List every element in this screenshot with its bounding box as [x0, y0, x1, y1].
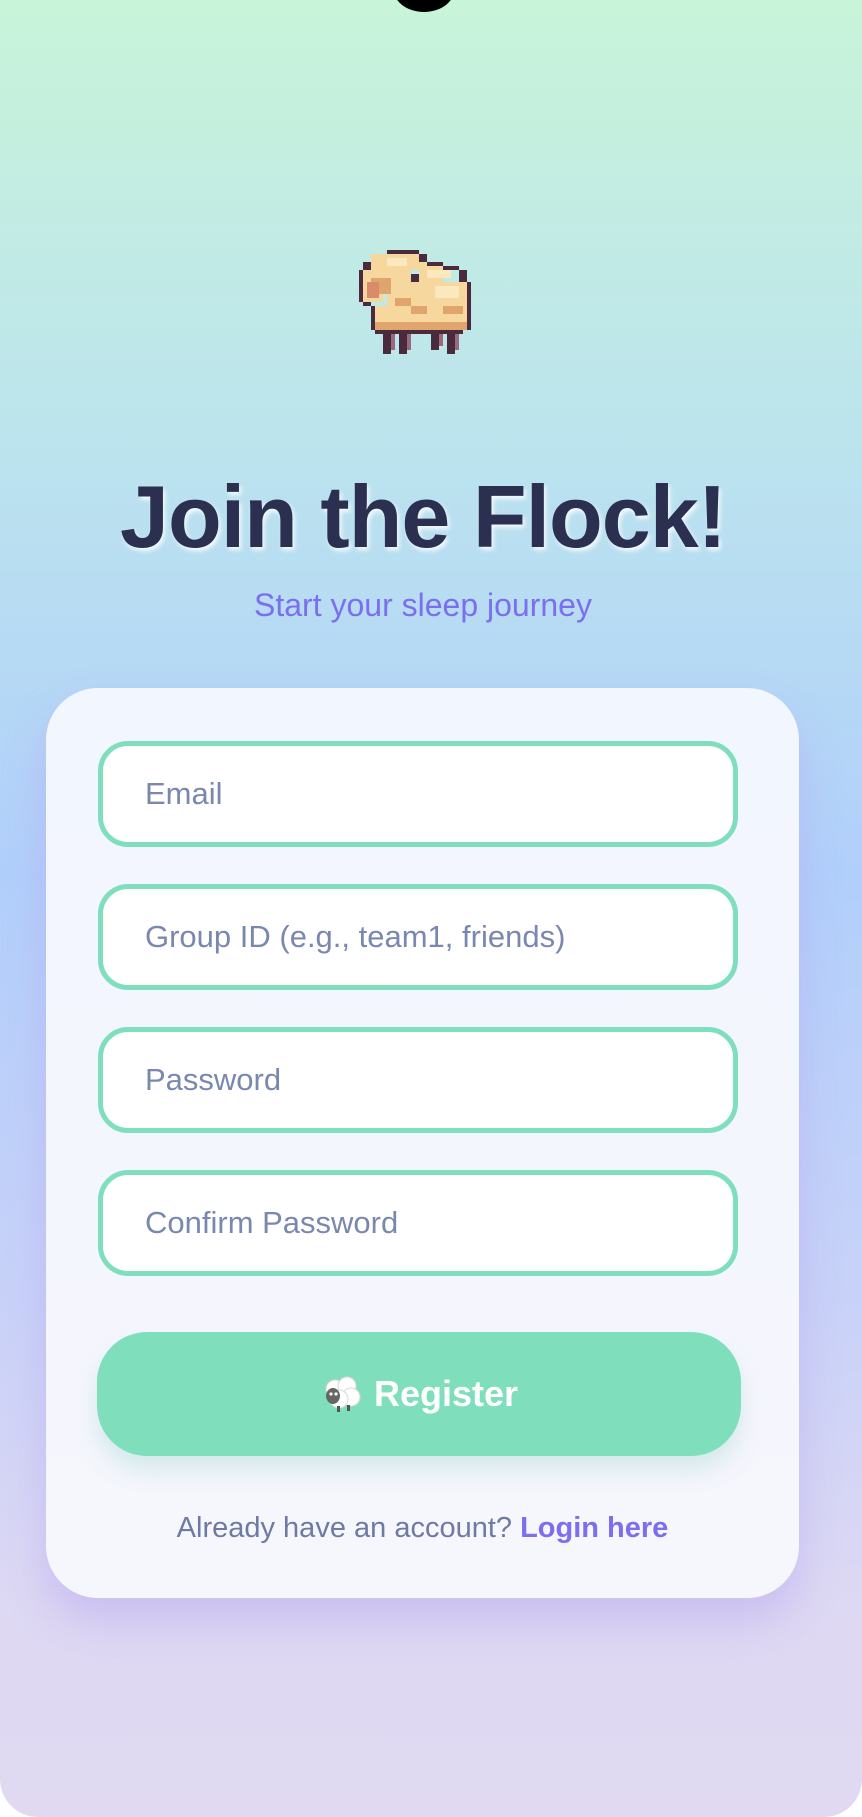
confirm-password-field[interactable] [98, 1170, 738, 1276]
page-subtitle: Start your sleep journey [254, 587, 592, 623]
register-card: Register Already have an account? Login … [46, 688, 799, 1598]
group-id-field[interactable] [98, 884, 738, 990]
login-prompt-text: Already have an account? [176, 1512, 521, 1544]
sheep-logo-icon [355, 250, 487, 382]
login-prompt: Already have an account? Login here [46, 1508, 799, 1548]
email-field[interactable] [98, 741, 738, 847]
app-screen: Join the Flock! Start your sleep journey [0, 0, 862, 1817]
camera-notch [393, 0, 455, 12]
register-button[interactable]: Register [97, 1332, 741, 1456]
password-field[interactable] [98, 1027, 738, 1133]
register-label: Register [373, 1373, 519, 1414]
login-link[interactable]: Login here [520, 1512, 668, 1544]
page-title: Join the Flock! [120, 467, 727, 566]
sheep-icon [320, 1372, 364, 1416]
